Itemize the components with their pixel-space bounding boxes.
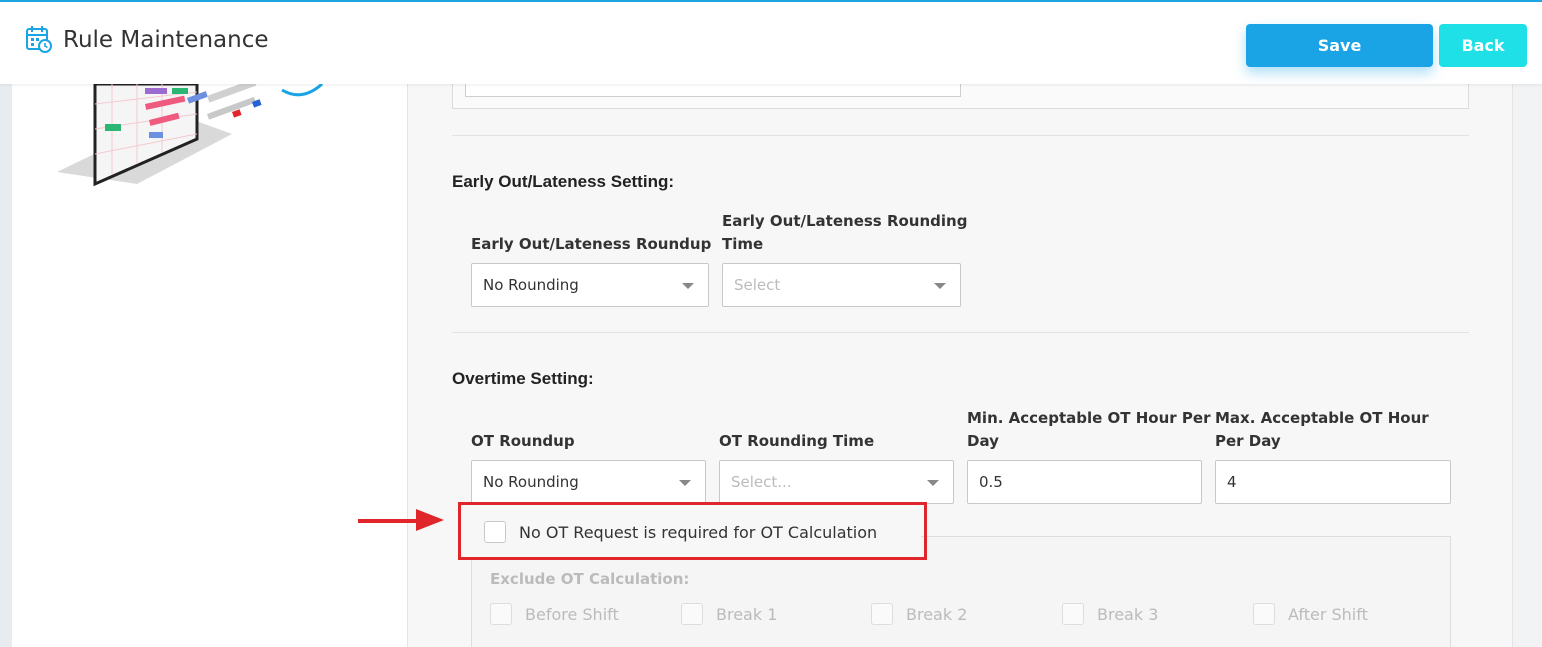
break-3-label: Break 3 xyxy=(1097,605,1159,624)
break-1-label: Break 1 xyxy=(716,605,778,624)
ot-rounding-time-select[interactable]: Select... xyxy=(719,460,954,504)
chevron-down-icon xyxy=(682,283,694,289)
after-shift-label: After Shift xyxy=(1288,605,1368,624)
break-1-checkbox[interactable] xyxy=(681,603,703,625)
calendar-clock-icon xyxy=(26,26,52,53)
section-divider xyxy=(452,332,1469,333)
previous-section-field[interactable] xyxy=(465,84,961,97)
early-out-rounding-time-placeholder: Select xyxy=(734,276,781,294)
ot-roundup-value: No Rounding xyxy=(483,473,579,491)
ot-roundup-label: OT Roundup xyxy=(471,432,575,450)
annotation-arrow-icon xyxy=(358,509,444,531)
before-shift-checkbox[interactable] xyxy=(490,603,512,625)
chevron-down-icon xyxy=(927,480,939,486)
ot-rounding-time-label: OT Rounding Time xyxy=(719,432,875,450)
early-out-rounding-time-label-line1: Early Out/Lateness Rounding xyxy=(722,212,968,230)
after-shift-checkbox[interactable] xyxy=(1253,603,1275,625)
max-ot-hour-label-line2: Per Day xyxy=(1215,432,1281,450)
min-ot-hour-input[interactable] xyxy=(967,460,1202,504)
annotation-highlight-box xyxy=(458,502,927,560)
break-3-checkbox[interactable] xyxy=(1062,603,1084,625)
min-ot-hour-label-line2: Day xyxy=(967,432,999,450)
left-panel xyxy=(12,84,407,647)
ot-rounding-time-placeholder: Select... xyxy=(731,473,792,491)
save-button[interactable]: Save xyxy=(1246,24,1433,67)
early-out-rounding-time-label-line2: Time xyxy=(722,235,764,253)
break-2-checkbox[interactable] xyxy=(871,603,893,625)
overtime-section-title: Overtime Setting: xyxy=(452,369,594,388)
chevron-down-icon xyxy=(934,283,946,289)
early-out-roundup-select[interactable]: No Rounding xyxy=(471,263,709,307)
before-shift-label: Before Shift xyxy=(525,605,619,624)
section-divider xyxy=(452,135,1469,136)
ot-roundup-select[interactable]: No Rounding xyxy=(471,460,706,504)
page-title: Rule Maintenance xyxy=(63,27,269,53)
schedule-board-illustration xyxy=(57,84,324,187)
early-out-roundup-label: Early Out/Lateness Roundup xyxy=(471,235,712,253)
early-out-rounding-time-select[interactable]: Select xyxy=(722,263,961,307)
max-ot-hour-label-line1: Max. Acceptable OT Hour xyxy=(1215,409,1429,427)
break-2-label: Break 2 xyxy=(906,605,968,624)
max-ot-hour-input[interactable] xyxy=(1215,460,1451,504)
page-header: Rule Maintenance Save Back xyxy=(0,2,1542,84)
right-gutter xyxy=(1513,84,1542,647)
exclude-ot-title: Exclude OT Calculation: xyxy=(490,570,690,588)
min-ot-hour-label-line1: Min. Acceptable OT Hour Per xyxy=(967,409,1211,427)
early-out-roundup-value: No Rounding xyxy=(483,276,579,294)
chevron-down-icon xyxy=(679,480,691,486)
back-button[interactable]: Back xyxy=(1439,24,1527,67)
early-out-section-title: Early Out/Lateness Setting: xyxy=(452,172,674,191)
